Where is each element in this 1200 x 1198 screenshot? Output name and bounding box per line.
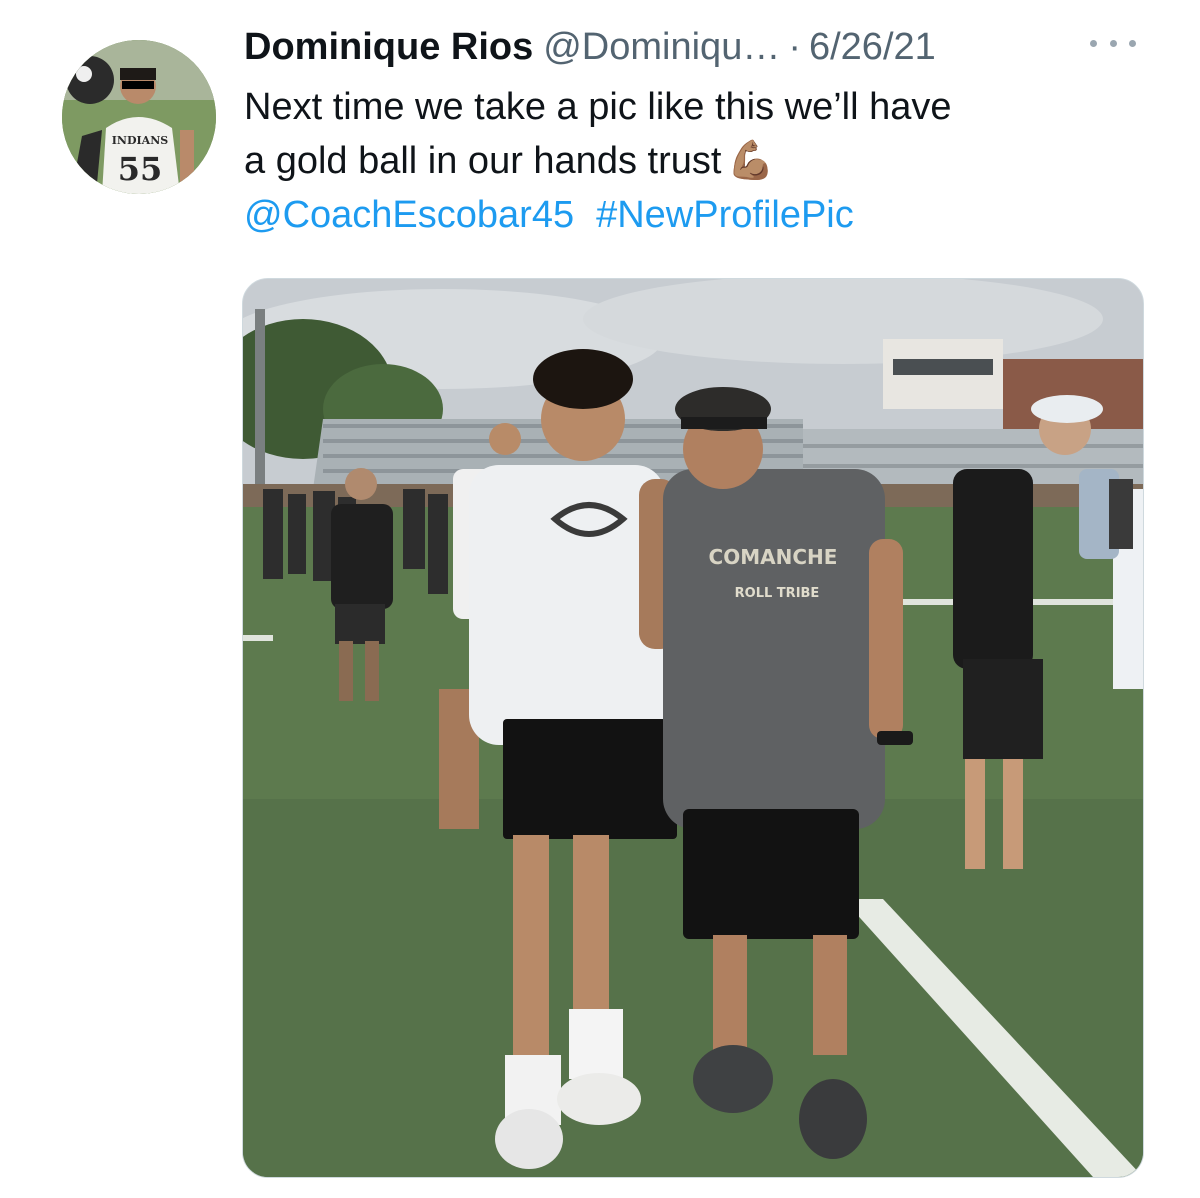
shirt-text-roll-tribe: ROLL TRIBE	[735, 586, 820, 601]
shirt-text-comanche: COMANCHE	[709, 545, 838, 569]
tweet-text-line-2-text: a gold ball in our hands trust	[244, 140, 722, 182]
mention-link[interactable]: @CoachEscobar45	[244, 194, 574, 236]
jersey-number-text: 55	[118, 150, 163, 188]
tweet-text-line-3: @CoachEscobar45 #NewProfilePic	[244, 188, 1144, 242]
jersey-team-text: INDIANS	[112, 134, 168, 147]
tweet-text-line-2: a gold ball in our hands trust 💪🏽	[244, 134, 1144, 188]
header-separator: ·	[788, 26, 801, 68]
avatar[interactable]: INDIANS 55	[62, 40, 216, 194]
tweet-text-line-1: Next time we take a pic like this we’ll …	[244, 86, 952, 128]
more-dot	[1129, 39, 1136, 47]
tweet-card[interactable]: INDIANS 55 Dominique Rios @Dominiqu… · 6…	[0, 0, 1200, 1198]
more-dot	[1090, 39, 1097, 47]
author-name[interactable]: Dominique Rios	[244, 20, 533, 74]
tweet-date[interactable]: 6/26/21	[809, 20, 936, 74]
flexed-biceps-emoji-icon: 💪🏽	[727, 140, 775, 182]
author-handle[interactable]: @Dominiqu…	[543, 20, 780, 74]
more-dot	[1109, 39, 1117, 47]
hashtag-link[interactable]: #NewProfilePic	[596, 194, 854, 236]
tweet-header: Dominique Rios @Dominiqu… · 6/26/21	[244, 20, 936, 74]
more-horizontal-icon[interactable]	[1090, 28, 1136, 58]
tweet-text: Next time we take a pic like this we’ll …	[244, 80, 1144, 242]
tweet-photo[interactable]: COMANCHE ROLL TRIBE	[242, 278, 1144, 1178]
